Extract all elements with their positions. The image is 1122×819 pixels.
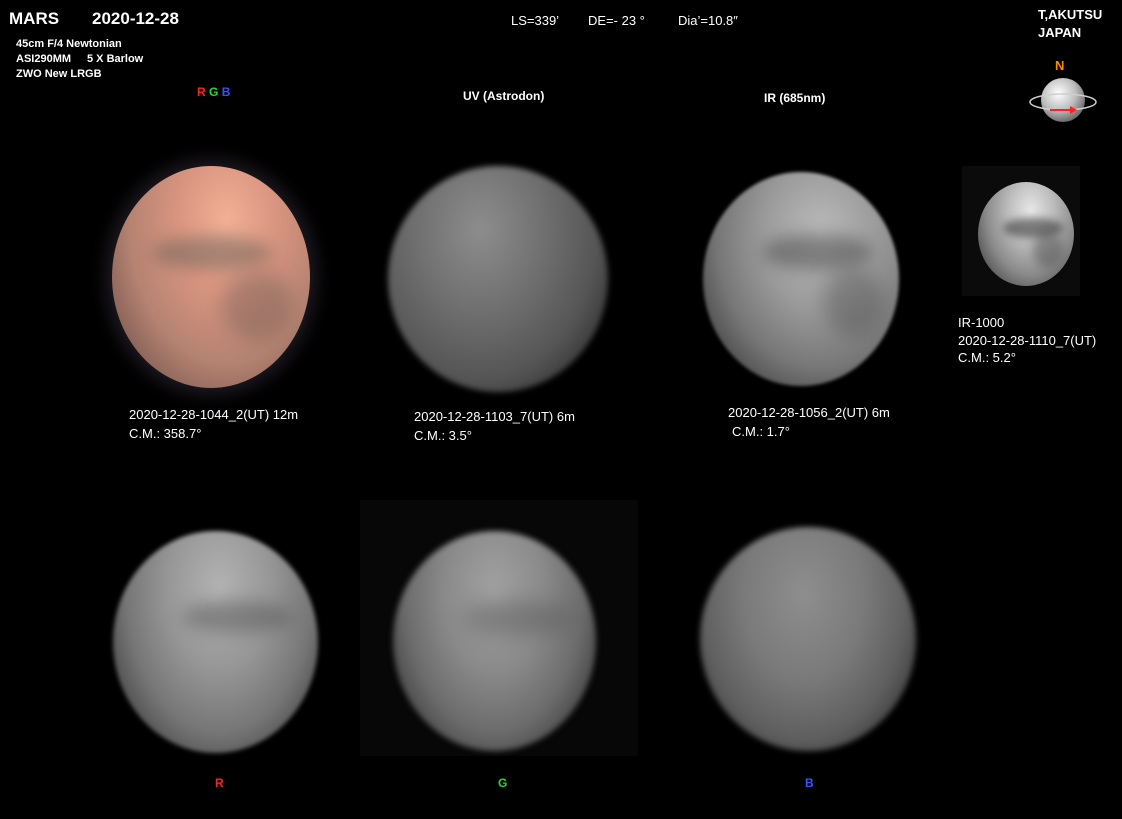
object-name: MARS — [9, 9, 60, 28]
observation-date: 2020-12-28 — [92, 9, 179, 28]
dia-value: Dia’=10.8″ — [678, 13, 738, 28]
mars-uv-image — [388, 166, 608, 392]
g-channel-label: G — [498, 776, 508, 790]
mars-r-image — [113, 531, 318, 753]
ir1000-label: IR-1000 — [958, 315, 1005, 330]
rgb-time: 2020-12-28-1044_2(UT) 12m — [129, 407, 299, 422]
uv-time: 2020-12-28-1103_7(UT) 6m — [414, 409, 575, 424]
filters-label: ZWO New LRGB — [16, 68, 102, 80]
mars-g-image — [393, 531, 596, 751]
b-channel-label: B — [805, 776, 814, 790]
rgb-header: R G B — [197, 85, 230, 99]
ir-cm: C.M.: 1.7° — [732, 424, 790, 439]
ir1000-time: 2020-12-28-1110_7(UT) — [958, 333, 1097, 348]
rgb-header-b: B — [221, 85, 231, 99]
r-channel-label: R — [215, 776, 224, 790]
de-value: DE=- 23 ° — [588, 13, 645, 28]
uv-cm: C.M.: 3.5° — [414, 428, 472, 443]
rgb-cm: C.M.: 358.7° — [129, 426, 202, 441]
observer-country: JAPAN — [1038, 25, 1082, 40]
rgb-header-r: R — [197, 85, 206, 99]
ir1000-cm: C.M.: 5.2° — [958, 350, 1016, 365]
rotation-globe-icon — [1029, 78, 1097, 122]
telescope-label: 45cm F/4 Newtonian — [16, 38, 122, 50]
rgb-header-g: G — [209, 85, 219, 99]
ir-time: 2020-12-28-1056_2(UT) 6m — [728, 405, 890, 420]
mars-ir-image — [703, 172, 899, 386]
mars-ir1000-image — [978, 182, 1074, 286]
mars-b-image — [700, 527, 916, 751]
barlow-label: 5 X Barlow — [87, 53, 144, 65]
uv-header: UV (Astrodon) — [463, 89, 545, 103]
ir-header: IR (685nm) — [764, 91, 826, 105]
mars-rgb-image — [112, 166, 310, 388]
camera-label: ASI290MM — [16, 53, 72, 65]
north-label: N — [1055, 58, 1065, 73]
ls-value: LS=339’ — [511, 13, 560, 28]
observer-name: T,AKUTSU — [1038, 7, 1103, 22]
